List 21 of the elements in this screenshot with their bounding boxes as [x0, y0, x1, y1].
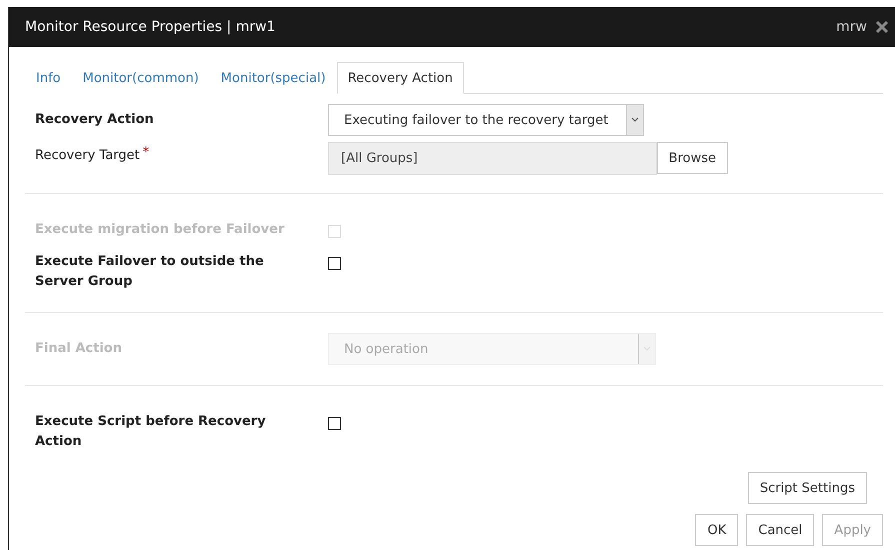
field-label: Execute Script before Recovery Action — [35, 413, 267, 451]
checkbox[interactable] — [328, 417, 341, 430]
browse-button[interactable]: Browse — [656, 142, 728, 174]
caret-icon — [626, 105, 643, 135]
input-field[interactable]: [All Groups] — [328, 142, 657, 175]
field-label: Recovery Target — [35, 147, 140, 165]
caret-icon — [638, 334, 655, 364]
field-label: Final Action — [35, 340, 122, 358]
field-label: Execute migration before Failover — [35, 221, 284, 239]
field-label: Execute Failover to outside the Server Group — [35, 253, 265, 291]
checkbox[interactable] — [328, 257, 341, 270]
close-icon[interactable] — [875, 20, 889, 34]
required-mark: * — [142, 146, 150, 160]
dropdown[interactable]: Executing failover to the recovery target — [328, 104, 644, 136]
dialog-button[interactable]: Cancel — [746, 514, 814, 546]
window-title: Monitor Resource Properties | mrw1 — [25, 19, 276, 35]
tab[interactable]: Recovery Action — [336, 62, 464, 94]
script-settings-button[interactable]: Script Settings — [748, 472, 867, 504]
dialog-button[interactable]: OK — [695, 514, 738, 546]
field-label: Recovery Action — [35, 111, 154, 129]
user-name: mrw — [836, 19, 867, 35]
